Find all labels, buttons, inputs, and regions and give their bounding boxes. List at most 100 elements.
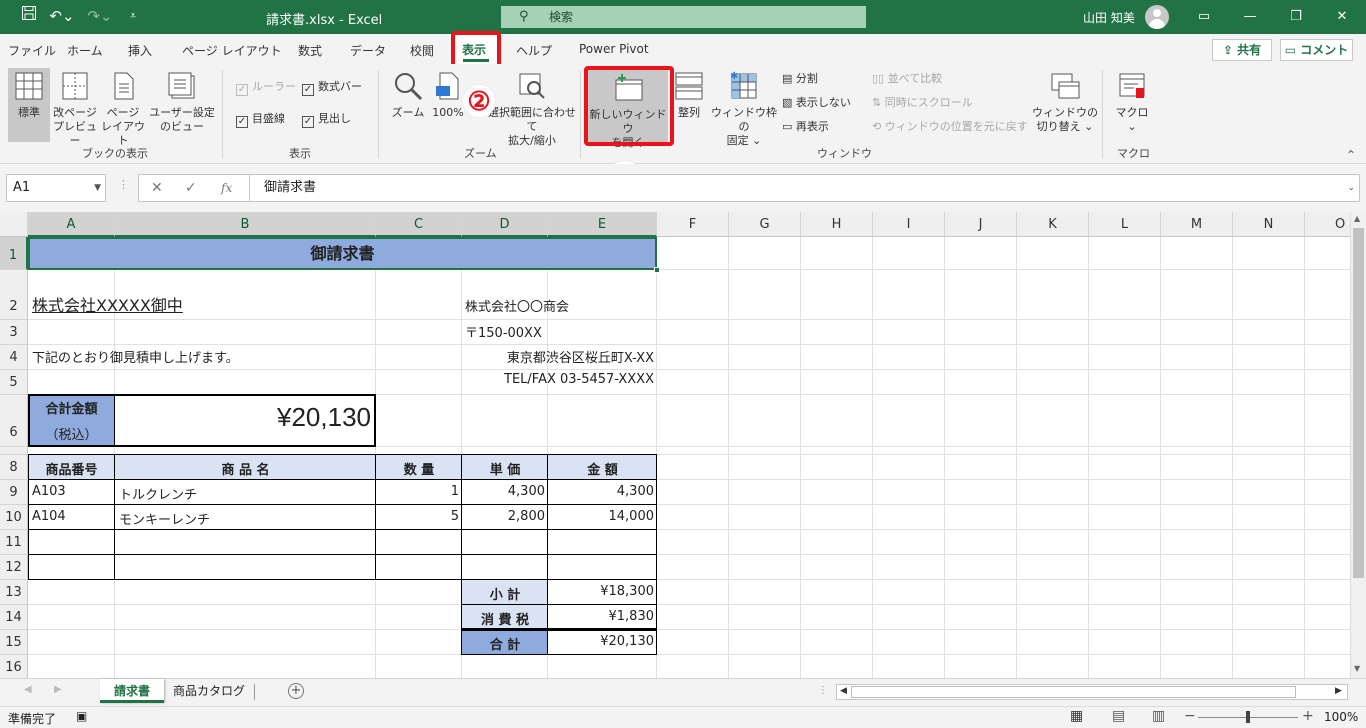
- invoice-title[interactable]: 御請求書: [28, 237, 657, 270]
- sender-company[interactable]: 株式会社〇〇商会: [465, 296, 569, 315]
- row-header-9[interactable]: 9: [0, 480, 28, 505]
- split-button[interactable]: ▤ 分割: [782, 70, 818, 88]
- zoom-out-icon[interactable]: −: [1184, 708, 1196, 724]
- row-header-2[interactable]: 2: [0, 270, 28, 320]
- sheet-tab-invoice[interactable]: 請求書: [100, 679, 164, 703]
- col-header-D[interactable]: D: [462, 212, 548, 237]
- total-amount[interactable]: ¥20,130: [115, 402, 371, 433]
- restore-icon[interactable]: ❐: [1284, 6, 1308, 28]
- row-header-3[interactable]: 3: [0, 320, 28, 345]
- normal-view-status-icon[interactable]: ▦: [1070, 708, 1083, 724]
- minimize-icon[interactable]: —: [1238, 6, 1262, 28]
- col-header-J[interactable]: J: [945, 212, 1017, 237]
- tax-value[interactable]: ¥1,830: [548, 609, 655, 624]
- tab-insert[interactable]: 挿入: [128, 42, 152, 59]
- customize-qat-icon[interactable]: ⩡: [122, 5, 144, 27]
- tab-formulas[interactable]: 数式: [298, 42, 322, 59]
- next-sheet-icon[interactable]: ▶: [54, 684, 62, 695]
- tab-data[interactable]: データ: [350, 42, 386, 59]
- spreadsheet-grid[interactable]: A B C D E F G H I J K L M N O 1 2 3 4 5 …: [0, 212, 1350, 678]
- page-break-preview-button[interactable]: 改ページ プレビュー: [52, 68, 98, 147]
- item-code[interactable]: A104: [32, 509, 66, 524]
- hide-button[interactable]: ▧ 表示しない: [782, 94, 851, 112]
- custom-views-button[interactable]: ユーザー設定 のビュー: [148, 68, 216, 142]
- normal-view-button[interactable]: 標準: [8, 68, 50, 142]
- item-qty[interactable]: 1: [376, 484, 459, 499]
- intro-text[interactable]: 下記のとおり御見積申し上げます。: [32, 347, 239, 366]
- select-all-corner[interactable]: [0, 212, 28, 237]
- sender-address[interactable]: 東京都渋谷区桜丘町X-XX: [462, 347, 654, 366]
- ribbon-display-icon[interactable]: ▭: [1192, 6, 1216, 28]
- scroll-thumb[interactable]: [1353, 228, 1364, 578]
- tax-label[interactable]: 消 費 税: [462, 609, 548, 628]
- cancel-icon[interactable]: ✕: [151, 175, 163, 201]
- item-name[interactable]: モンキーレンチ: [119, 509, 210, 528]
- sheet-tab-catalog[interactable]: 商品カタログ: [168, 679, 250, 703]
- tab-review[interactable]: 校閲: [410, 42, 434, 59]
- col-header-I[interactable]: I: [873, 212, 945, 237]
- scroll-down-icon[interactable]: ▼: [1354, 664, 1360, 673]
- header-name[interactable]: 商 品 名: [115, 459, 376, 478]
- col-header-M[interactable]: M: [1161, 212, 1233, 237]
- item-qty[interactable]: 5: [376, 509, 459, 524]
- add-sheet-icon[interactable]: +: [288, 683, 304, 699]
- expand-formula-icon[interactable]: ⌄: [1347, 175, 1355, 201]
- col-header-L[interactable]: L: [1089, 212, 1161, 237]
- sync-scroll-button[interactable]: ⇅ 同時にスクロール: [872, 94, 973, 112]
- row-header-1[interactable]: 1: [0, 237, 28, 270]
- row-header-4[interactable]: 4: [0, 345, 28, 370]
- item-price[interactable]: 4,300: [462, 484, 545, 499]
- header-code[interactable]: 商品番号: [28, 459, 115, 478]
- prev-sheet-icon[interactable]: ◀: [24, 684, 32, 695]
- row-header-16[interactable]: 16: [0, 655, 28, 678]
- ruler-checkbox[interactable]: ✓ ルーラー: [236, 78, 296, 96]
- col-header-G[interactable]: G: [729, 212, 801, 237]
- row-header-14[interactable]: 14: [0, 605, 28, 630]
- formula-bar-checkbox[interactable]: ✓ 数式バー: [302, 78, 362, 96]
- search-box[interactable]: ⚲ 検索: [501, 6, 866, 28]
- formula-input[interactable]: 御請求書 ⌄: [250, 174, 1360, 202]
- collapse-ribbon-icon[interactable]: ⌃: [1346, 148, 1356, 162]
- subtotal-label[interactable]: 小 計: [462, 584, 548, 603]
- macro-record-icon[interactable]: ▣: [76, 709, 87, 723]
- recipient[interactable]: 株式会社XXXXX御中: [32, 292, 183, 316]
- arrange-all-button[interactable]: 整列: [672, 68, 706, 142]
- headings-checkbox[interactable]: ✓ 見出し: [302, 110, 351, 128]
- enter-icon[interactable]: ✓: [185, 175, 197, 201]
- item-amount[interactable]: 14,000: [548, 509, 655, 524]
- row-header-6[interactable]: 6: [0, 395, 28, 447]
- scroll-up-icon[interactable]: ▲: [1354, 214, 1360, 223]
- tab-file[interactable]: ファイル: [8, 42, 56, 59]
- horizontal-scrollbar[interactable]: ◀ ▶: [836, 684, 1348, 700]
- zoom-button[interactable]: ズーム: [388, 68, 428, 142]
- scroll-right-icon[interactable]: ▶: [1335, 686, 1342, 696]
- avatar[interactable]: [1145, 5, 1169, 29]
- row-header-11[interactable]: 11: [0, 530, 28, 555]
- scroll-left-icon[interactable]: ◀: [840, 686, 847, 696]
- grand-total-value[interactable]: ¥20,130: [548, 634, 654, 649]
- col-header-K[interactable]: K: [1017, 212, 1089, 237]
- row-header-8[interactable]: 8: [0, 455, 28, 480]
- zoom-in-icon[interactable]: +: [1302, 708, 1314, 724]
- item-name[interactable]: トルクレンチ: [119, 484, 197, 503]
- splitter-icon[interactable]: ⋮: [818, 685, 828, 696]
- tab-home[interactable]: ホーム: [67, 42, 103, 59]
- page-layout-button[interactable]: ページ レイアウト: [100, 68, 146, 147]
- tab-page-layout[interactable]: ページ レイアウト: [182, 42, 282, 59]
- user-name[interactable]: 山田 知美: [1083, 9, 1135, 26]
- header-qty[interactable]: 数 量: [376, 459, 462, 478]
- tab-power-pivot[interactable]: Power Pivot: [579, 42, 649, 56]
- freeze-panes-button[interactable]: ✱ ウィンドウ枠の 固定 ⌄: [708, 68, 780, 147]
- redo-icon[interactable]: ↷⌄: [86, 5, 114, 27]
- row-header-15[interactable]: 15: [0, 630, 28, 655]
- grand-total-label[interactable]: 合 計: [462, 634, 548, 653]
- save-icon[interactable]: [18, 5, 40, 27]
- undo-icon[interactable]: ↶⌄: [48, 5, 76, 27]
- zoom-level[interactable]: 100%: [1324, 710, 1358, 724]
- zoom-100-button[interactable]: 100%: [430, 68, 466, 142]
- gridlines-checkbox[interactable]: ✓ 目盛線: [236, 110, 285, 128]
- col-header-B[interactable]: B: [115, 212, 376, 237]
- sender-zip[interactable]: 〒150-00XX: [465, 322, 542, 341]
- tab-help[interactable]: ヘルプ: [516, 42, 552, 59]
- col-header-C[interactable]: C: [376, 212, 462, 237]
